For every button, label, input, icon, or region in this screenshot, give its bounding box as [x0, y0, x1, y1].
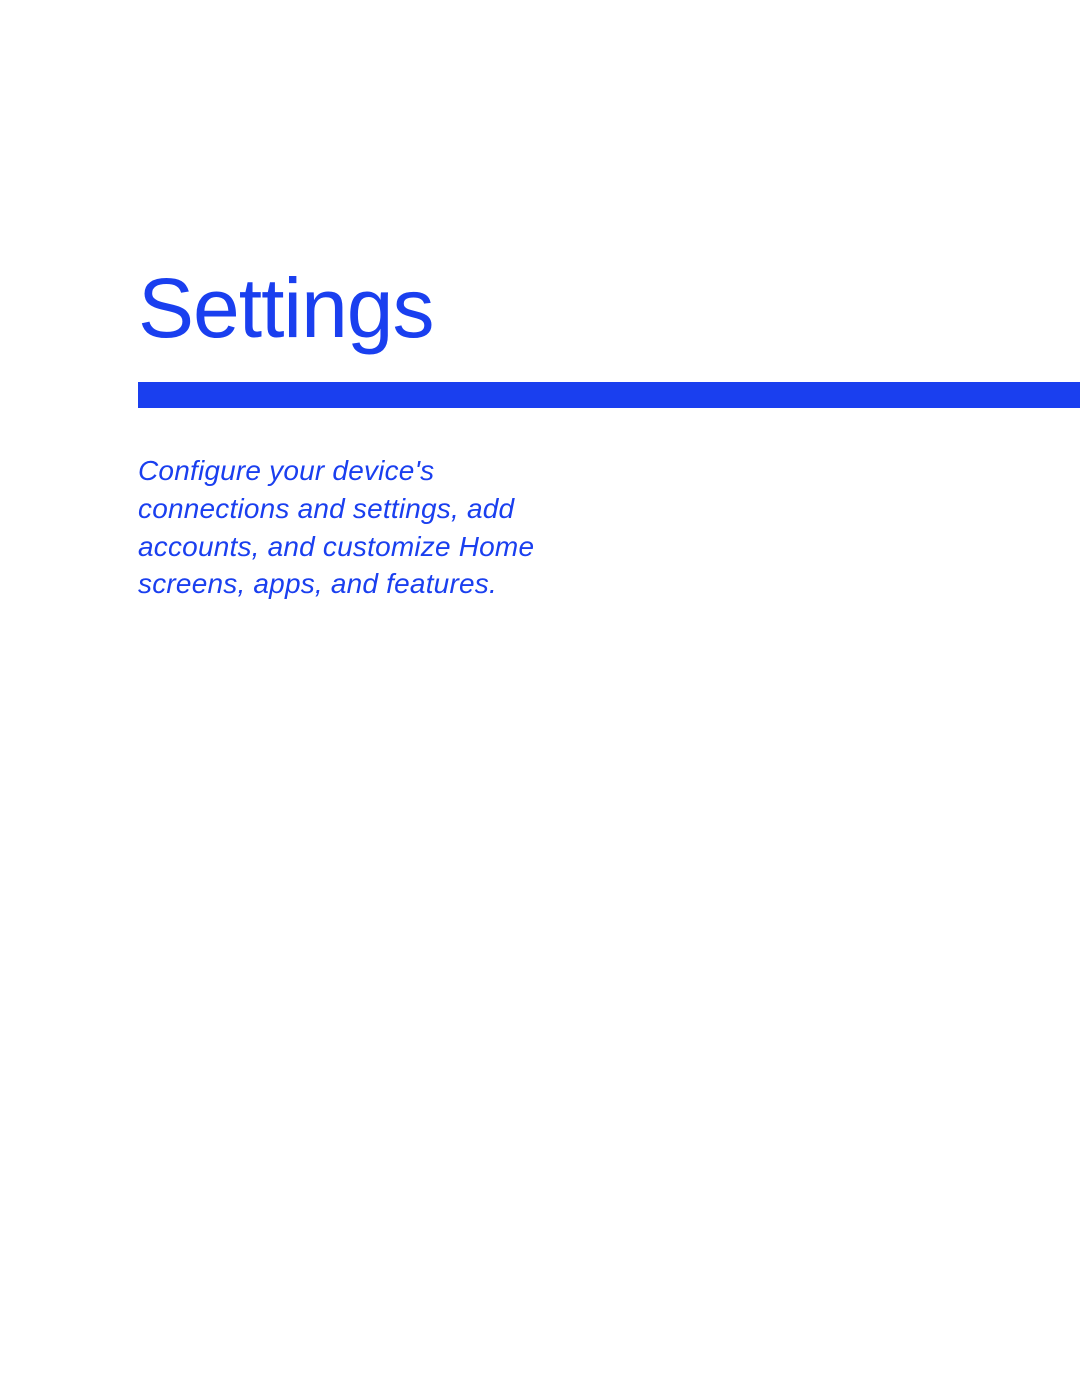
title-divider [138, 382, 1080, 408]
page-title: Settings [138, 260, 434, 357]
page-description: Configure your device's connections and … [138, 452, 568, 603]
